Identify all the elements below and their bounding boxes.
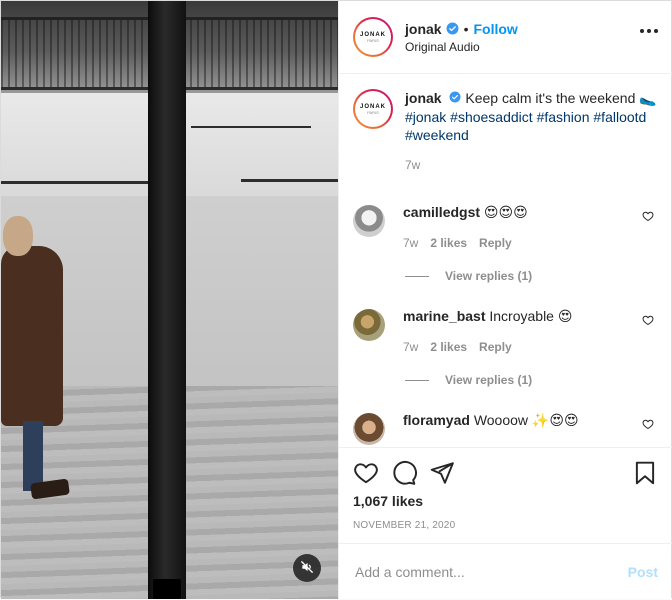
share-direct-icon[interactable]	[429, 460, 455, 486]
more-dot-icon	[647, 29, 651, 33]
comment-reply-button[interactable]: Reply	[479, 234, 512, 252]
save-bookmark-icon[interactable]	[632, 460, 658, 486]
video-frame-light-track	[1, 181, 151, 184]
comment-item: marine_bast Incroyable 😍 7w 2 likes Repl…	[353, 307, 658, 356]
video-frame-light-track	[241, 179, 338, 182]
comment-age[interactable]: 7w	[403, 234, 418, 252]
separator-dot: •	[463, 20, 469, 37]
comment-body: camilledgst 😍😍😍 7w 2 likes Reply	[403, 203, 638, 252]
video-frame-light-track	[191, 126, 311, 128]
comment-age[interactable]: 7w	[403, 338, 418, 356]
comment-meta: 7w 2 likes Reply	[403, 338, 638, 356]
verified-badge-icon	[446, 22, 459, 35]
caption-username[interactable]: jonak	[405, 90, 442, 106]
video-frame-person-legs	[23, 421, 43, 491]
brand-logo-text: JONAK	[359, 31, 386, 38]
video-frame-pillar	[148, 1, 186, 599]
view-replies-button[interactable]: View replies (1)	[405, 373, 532, 387]
caption-text: Keep calm it's the weekend	[465, 90, 636, 106]
brand-logo-subtext: PARIS	[367, 109, 379, 115]
hashtag-link[interactable]: #shoesaddict	[450, 109, 533, 125]
author-avatar[interactable]: JONAK PARIS	[353, 89, 393, 129]
author-info: jonak • Follow Original Audio	[405, 21, 518, 54]
commenter-avatar[interactable]	[353, 205, 385, 237]
comment-emoji: 😍😍😍	[483, 205, 528, 221]
verified-badge-icon	[449, 91, 461, 103]
comment-username[interactable]: floramyad	[403, 412, 470, 428]
replies-divider	[405, 275, 429, 277]
comment-text: Incroyable	[489, 308, 554, 324]
caption-meta: 7w	[405, 156, 657, 174]
commenter-avatar[interactable]	[353, 309, 385, 341]
comment-text: Woooow	[473, 412, 529, 428]
comment-body: floramyad Woooow ✨😍😍	[403, 411, 638, 445]
comment-like-heart-icon[interactable]	[642, 209, 654, 225]
hashtag-link[interactable]: #weekend	[405, 127, 469, 143]
video-frame-pillar-base	[153, 579, 181, 599]
video-frame-person	[1, 246, 63, 426]
comment-item: floramyad Woooow ✨😍😍	[353, 411, 658, 445]
comments-list[interactable]: JONAK PARIS jonak Keep calm it's the wee…	[339, 75, 672, 447]
comment-reply-button[interactable]: Reply	[479, 338, 512, 356]
post-date[interactable]: NOVEMBER 21, 2020	[353, 520, 658, 531]
brand-logo: JONAK PARIS	[355, 91, 391, 127]
post-side-panel: JONAK PARIS jonak • Follow Original Audi…	[338, 1, 672, 599]
add-comment-form: Post	[339, 543, 672, 599]
view-replies-label: View replies (1)	[445, 269, 533, 283]
brand-logo-subtext: PARIS	[367, 37, 379, 43]
author-row: jonak • Follow	[405, 21, 518, 37]
comment-like-heart-icon[interactable]	[642, 417, 654, 433]
more-dot-icon	[640, 29, 644, 33]
post-card: JONAK PARIS jonak • Follow Original Audi…	[0, 0, 672, 599]
post-comment-button[interactable]: Post	[628, 564, 658, 580]
video-frame-person-head	[3, 216, 33, 256]
audio-label[interactable]: Original Audio	[405, 40, 518, 54]
more-dot-icon	[654, 29, 658, 33]
comment-username[interactable]: marine_bast	[403, 308, 485, 324]
hashtag-link[interactable]: #fashion	[537, 109, 590, 125]
brand-logo: JONAK PARIS	[355, 19, 391, 55]
author-username[interactable]: jonak	[405, 21, 442, 37]
post-actions: 1,067 likes NOVEMBER 21, 2020	[339, 447, 672, 531]
caption-emoji: 🥿	[639, 91, 657, 107]
comment-username[interactable]: camilledgst	[403, 204, 480, 220]
hashtag-link[interactable]: #jonak	[405, 109, 446, 125]
comment-item: camilledgst 😍😍😍 7w 2 likes Reply	[353, 203, 658, 252]
commenter-avatar[interactable]	[353, 413, 385, 445]
post-caption: JONAK PARIS jonak Keep calm it's the wee…	[353, 89, 658, 174]
follow-button[interactable]: Follow	[473, 21, 517, 37]
brand-logo-text: JONAK	[359, 103, 386, 110]
caption-body: jonak Keep calm it's the weekend 🥿 #jona…	[405, 89, 657, 174]
author-avatar[interactable]: JONAK PARIS	[353, 17, 393, 57]
comment-likes[interactable]: 2 likes	[430, 338, 467, 356]
comment-emoji: 😍	[557, 309, 573, 325]
view-replies-label: View replies (1)	[445, 373, 533, 387]
hashtag-link[interactable]: #fallootd	[593, 109, 646, 125]
speaker-muted-icon	[300, 560, 314, 577]
comment-like-heart-icon[interactable]	[642, 313, 654, 329]
comment-emoji: ✨😍😍	[531, 413, 579, 429]
view-replies-button[interactable]: View replies (1)	[405, 269, 532, 283]
add-comment-input[interactable]	[355, 563, 628, 580]
like-heart-icon[interactable]	[353, 460, 379, 486]
mute-toggle-button[interactable]	[293, 554, 321, 582]
post-video[interactable]	[1, 1, 338, 599]
more-options-button[interactable]	[640, 29, 658, 33]
replies-divider	[405, 379, 429, 381]
comment-bubble-icon[interactable]	[391, 460, 417, 486]
comment-likes[interactable]: 2 likes	[430, 234, 467, 252]
comment-body: marine_bast Incroyable 😍 7w 2 likes Repl…	[403, 307, 638, 356]
comment-meta: 7w 2 likes Reply	[403, 234, 638, 252]
action-icons-row	[353, 448, 658, 498]
likes-count[interactable]: 1,067 likes	[353, 493, 658, 509]
post-header: JONAK PARIS jonak • Follow Original Audi…	[339, 1, 672, 74]
caption-age[interactable]: 7w	[405, 156, 420, 174]
